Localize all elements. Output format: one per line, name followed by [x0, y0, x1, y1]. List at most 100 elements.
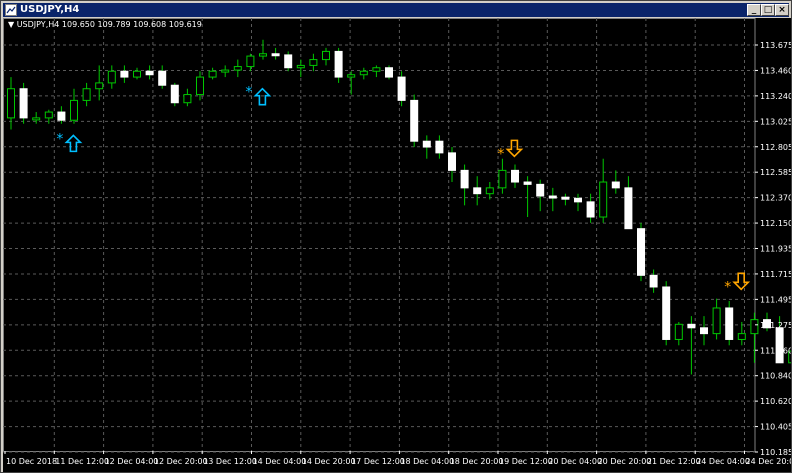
y-tick-label: 113.025: [760, 117, 791, 126]
bull-candle-body: [221, 69, 230, 73]
candle: [385, 65, 393, 80]
bear-candle-body: [170, 84, 179, 104]
candle: [473, 176, 482, 206]
candle: [637, 222, 645, 282]
candle: [548, 187, 557, 212]
close-button[interactable]: ×: [775, 4, 789, 16]
chart-window: USDJPY,H4 _ □ × * * * * 113.675 113.460 113.2…: [0, 0, 792, 473]
bear-candle-body: [536, 183, 545, 197]
bull-candle-body: [599, 181, 608, 218]
candle: [271, 47, 280, 60]
candle: [133, 67, 141, 80]
candle: [221, 65, 230, 78]
bear-candle-body: [662, 286, 671, 340]
y-tick-label: 113.675: [760, 41, 791, 50]
bear-candle-body: [725, 307, 734, 340]
bull-candle-body: [309, 59, 318, 66]
candle: [649, 269, 658, 293]
candle: [82, 82, 91, 107]
x-tick-label: 10 Dec 2018: [6, 457, 57, 466]
candle: [359, 67, 368, 80]
arrow-down-icon: [732, 272, 751, 291]
candle: [674, 321, 683, 346]
x-tick-label: 19 Dec 12:00: [499, 457, 553, 466]
candle: [145, 65, 154, 80]
candle: [309, 53, 318, 72]
bear-candle-body: [410, 99, 419, 142]
y-tick-label: 112.150: [760, 219, 791, 228]
bull-candle-body: [246, 55, 255, 68]
candle: [296, 59, 305, 78]
y-tick-label: 111.060: [760, 346, 791, 355]
price-chart[interactable]: * * * * 113.675 113.460 113.240 113.025 112.805…: [3, 18, 791, 472]
buy-signal: *: [56, 131, 83, 153]
chart-canvas[interactable]: * * * * 113.675 113.460 113.240 113.025 112.805…: [3, 18, 791, 472]
bear-candle-body: [397, 76, 406, 101]
buy-signal: *: [245, 85, 272, 106]
bear-candle-body: [586, 201, 595, 218]
candle: [259, 39, 267, 60]
dropdown-triangle-icon[interactable]: ▼: [8, 20, 14, 29]
x-tick-label: 20 Dec 20:00: [598, 457, 652, 466]
bull-candle-body: [32, 117, 41, 121]
candle: [511, 164, 519, 188]
candle: [158, 65, 167, 89]
bear-candle-body: [435, 140, 444, 154]
candle: [611, 170, 620, 194]
candle: [120, 65, 129, 83]
y-tick-label: 111.495: [760, 295, 791, 304]
bull-candle-body: [359, 70, 368, 76]
title-bar[interactable]: USDJPY,H4 _ □ ×: [3, 3, 789, 17]
bear-candle-body: [548, 195, 557, 199]
symbol-name: USDJPY,H4: [16, 20, 60, 29]
candle: [19, 82, 28, 124]
candle: [750, 312, 759, 363]
candle: [574, 193, 582, 212]
star-icon: *: [497, 146, 504, 162]
bear-candle-body: [574, 197, 582, 203]
candle: [460, 164, 469, 206]
bear-candle-body: [611, 181, 620, 189]
star-icon: *: [56, 131, 63, 147]
bear-candle-body: [700, 327, 708, 335]
bear-candle-body: [422, 140, 431, 148]
y-tick-label: 111.935: [760, 245, 791, 254]
y-tick-label: 111.275: [760, 321, 791, 330]
candle: [700, 316, 708, 346]
x-tick-label: 20 Dec 04:00: [548, 457, 602, 466]
x-tick-label: 18 Dec 20:00: [450, 457, 504, 466]
y-tick-label: 113.240: [760, 92, 791, 101]
candle: [523, 176, 532, 218]
bull-candle-body: [133, 70, 141, 78]
y-tick-label: 112.585: [760, 168, 791, 177]
bull-candle-body: [498, 169, 507, 189]
x-tick-label: 14 Dec 04:00: [253, 457, 307, 466]
bull-candle-body: [674, 323, 683, 340]
bear-candle-body: [334, 50, 343, 78]
bull-candle-body: [485, 187, 494, 195]
maximize-button[interactable]: □: [761, 4, 775, 16]
bear-candle-body: [145, 70, 154, 76]
candle: [410, 94, 419, 148]
minimize-button[interactable]: _: [747, 4, 761, 16]
bear-candle-body: [271, 53, 280, 57]
bear-candle-body: [511, 169, 519, 183]
arrow-down-icon: [505, 139, 524, 158]
candle: [712, 298, 721, 340]
bear-candle-body: [19, 88, 28, 119]
bull-candle-body: [737, 333, 746, 340]
bear-candle-body: [284, 54, 293, 69]
arrow-up-icon: [64, 134, 83, 153]
bull-candle-body: [208, 70, 217, 78]
y-tick-label: 112.805: [760, 143, 791, 152]
candle: [183, 88, 192, 107]
y-tick-label: 113.460: [760, 66, 791, 75]
bear-candle-body: [473, 187, 482, 195]
candle: [246, 53, 255, 72]
candle: [70, 88, 78, 124]
bear-candle-body: [637, 228, 645, 276]
bear-candle-body: [624, 187, 633, 230]
bear-candle-body: [687, 323, 696, 329]
candle: [725, 300, 734, 346]
x-tick-label: 24 Dec 04:00: [696, 457, 750, 466]
